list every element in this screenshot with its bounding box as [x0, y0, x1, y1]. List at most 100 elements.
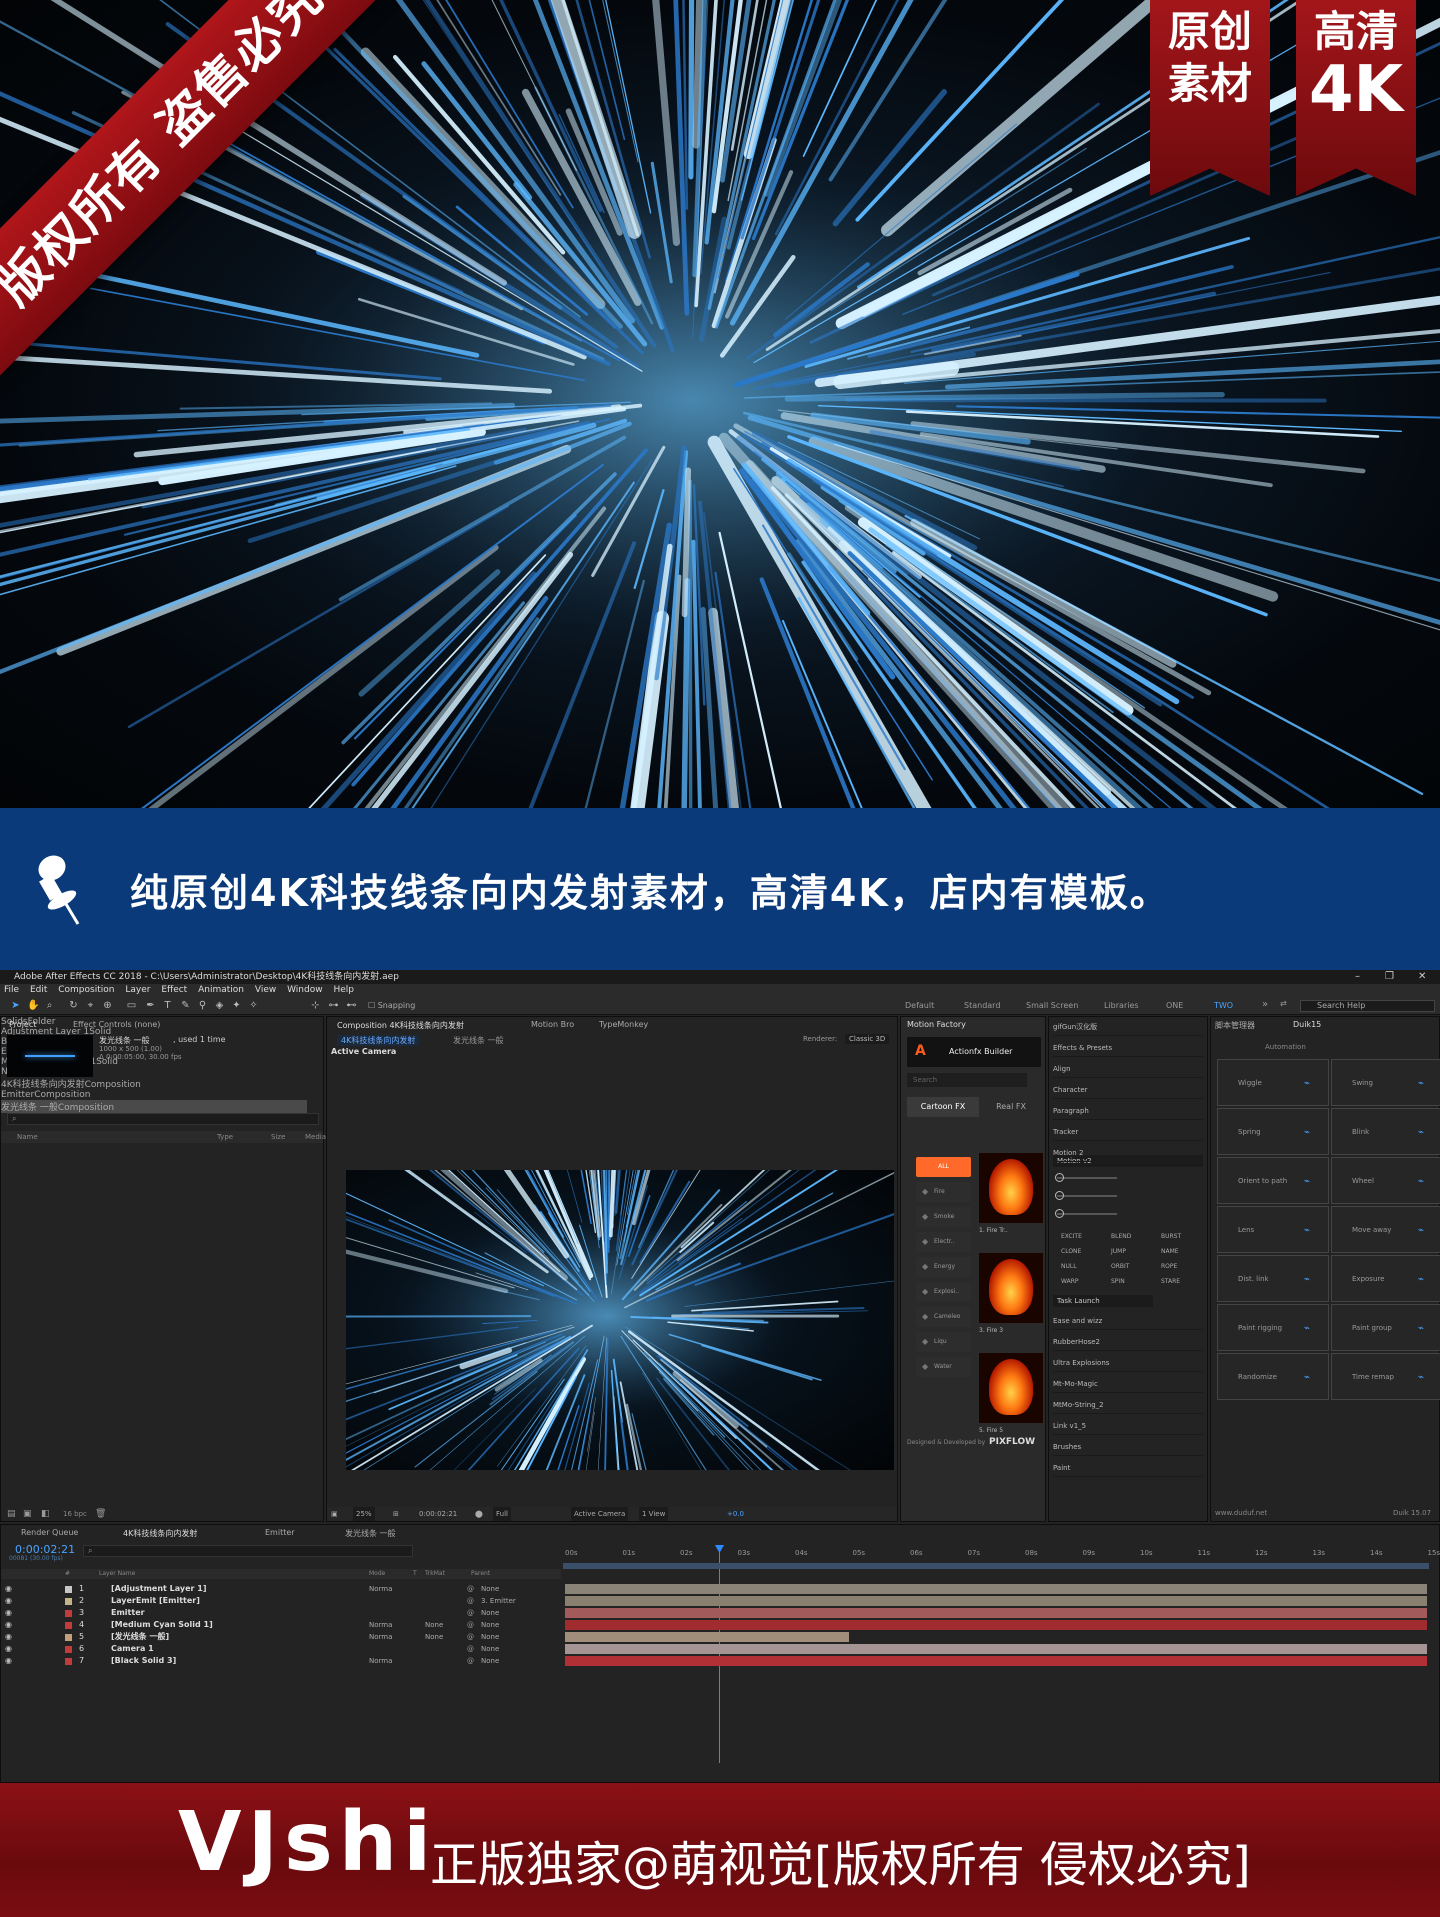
visibility-icon[interactable]: ◉: [5, 1655, 12, 1667]
pen-tool-icon[interactable]: ✒: [145, 1000, 156, 1011]
type-tool-icon[interactable]: T: [162, 1000, 173, 1011]
script-item[interactable]: Link v1_5: [1053, 1418, 1203, 1435]
view-layout-select[interactable]: 1 View: [639, 1507, 669, 1521]
bit-depth-button[interactable]: 16 bpc: [63, 1510, 87, 1518]
duik-button[interactable]: Paint rigging ⌁: [1217, 1304, 1329, 1351]
workspace-two[interactable]: TWO: [1214, 1001, 1233, 1010]
motion-slider[interactable]: [1057, 1195, 1117, 1197]
hand-tool-icon[interactable]: ✋: [27, 1000, 39, 1011]
breadcrumb-main-comp[interactable]: 4K科技线条向内发射: [337, 1035, 420, 1046]
resolution-select[interactable]: Full: [493, 1507, 511, 1521]
duik-button[interactable]: Dist. link ⌁: [1217, 1255, 1329, 1302]
layer-parent[interactable]: 3. Emitter: [481, 1595, 516, 1607]
parent-pickwhip-icon[interactable]: @: [467, 1643, 474, 1655]
layer-duration-bar[interactable]: [565, 1632, 849, 1642]
close-icon[interactable]: ✕: [1418, 970, 1426, 984]
layer-name[interactable]: Emitter: [111, 1607, 145, 1619]
effect-category-3[interactable]: ◆ Electr..: [916, 1232, 971, 1252]
tab-cartoon-fx[interactable]: Cartoon FX: [907, 1097, 979, 1117]
effect-category-7[interactable]: ◆ Liqu: [916, 1332, 971, 1352]
effect-category-8[interactable]: ◆ Water: [916, 1357, 971, 1377]
script-item[interactable]: RubberHose2: [1053, 1334, 1203, 1351]
menu-help[interactable]: Help: [333, 985, 354, 995]
exposure-value[interactable]: +0.0: [727, 1507, 744, 1521]
effect-thumbnail[interactable]: [979, 1253, 1043, 1323]
snapshot-icon[interactable]: ⬤: [475, 1507, 483, 1521]
camera-view-select[interactable]: Active Camera: [571, 1507, 629, 1521]
layer-duration-bar[interactable]: [565, 1656, 1427, 1666]
visibility-icon[interactable]: ◉: [5, 1619, 12, 1631]
tab-script-manager[interactable]: 脚本管理器: [1215, 1020, 1255, 1031]
motion2-button[interactable]: EXCITE: [1061, 1233, 1082, 1240]
duik-button[interactable]: Exposure ⌁: [1331, 1255, 1440, 1302]
safe-zones-icon[interactable]: ⊞: [393, 1507, 399, 1521]
layer-label-swatch[interactable]: [65, 1598, 72, 1605]
minimize-icon[interactable]: –: [1355, 970, 1360, 984]
maximize-icon[interactable]: ❐: [1385, 970, 1394, 984]
search-help-field[interactable]: Search Help: [1300, 1000, 1435, 1012]
layer-name[interactable]: LayerEmit [Emitter]: [111, 1595, 200, 1607]
menu-composition[interactable]: Composition: [58, 985, 114, 995]
view-axis-icon[interactable]: ⊷: [346, 1000, 357, 1011]
layer-label-swatch[interactable]: [65, 1658, 72, 1665]
workspace-one[interactable]: ONE: [1166, 1001, 1183, 1010]
zoom-select[interactable]: 25%: [353, 1507, 375, 1521]
always-preview-icon[interactable]: ▣: [331, 1507, 338, 1521]
tab-effect-controls[interactable]: Effect Controls (none): [73, 1020, 160, 1029]
shape-tool-icon[interactable]: ▭: [126, 1000, 137, 1011]
parent-pickwhip-icon[interactable]: @: [467, 1607, 474, 1619]
motion2-button[interactable]: CLONE: [1061, 1248, 1081, 1255]
pan-behind-tool-icon[interactable]: ⊕: [102, 1000, 113, 1011]
parent-pickwhip-icon[interactable]: @: [467, 1595, 474, 1607]
current-time-indicator[interactable]: [719, 1545, 720, 1763]
tab-real-fx[interactable]: Real FX: [981, 1097, 1041, 1117]
brush-tool-icon[interactable]: ✎: [180, 1000, 191, 1011]
script-item[interactable]: Motion 2: [1053, 1145, 1203, 1162]
interpret-footage-icon[interactable]: ▣: [23, 1509, 32, 1519]
timeline-search-input[interactable]: ⌕: [83, 1545, 413, 1557]
timeline-tab[interactable]: Render Queue: [21, 1528, 78, 1537]
motion2-button[interactable]: SPIN: [1111, 1278, 1125, 1285]
motion2-button[interactable]: NULL: [1061, 1263, 1077, 1270]
layer-name[interactable]: [Adjustment Layer 1]: [111, 1583, 207, 1595]
layer-duration-bar[interactable]: [565, 1608, 1427, 1618]
duik-button[interactable]: Randomize ⌁: [1217, 1353, 1329, 1400]
tab-motion-bro[interactable]: Motion Bro: [531, 1020, 574, 1029]
timeline-tab[interactable]: 发光线条 一般: [345, 1528, 396, 1539]
effect-category-6[interactable]: ◆ Cameleo: [916, 1307, 971, 1327]
rotate-tool-icon[interactable]: ↻: [68, 1000, 79, 1011]
motion2-button[interactable]: BLEND: [1111, 1233, 1131, 1240]
duik-button[interactable]: Orient to path ⌁: [1217, 1157, 1329, 1204]
parent-pickwhip-icon[interactable]: @: [467, 1631, 474, 1643]
timeline-layer-row[interactable]: ◉ 2 LayerEmit [Emitter] @3. Emitter: [1, 1595, 561, 1607]
tab-duik[interactable]: Duik15: [1293, 1020, 1321, 1029]
motion2-button[interactable]: BURST: [1161, 1233, 1181, 1240]
layer-name[interactable]: Camera 1: [111, 1643, 154, 1655]
script-item[interactable]: Ease and wizz: [1053, 1313, 1203, 1330]
motion2-button[interactable]: STARE: [1161, 1278, 1180, 1285]
new-composition-icon[interactable]: ◧: [41, 1509, 50, 1519]
roto-brush-tool-icon[interactable]: ✦: [231, 1000, 242, 1011]
trash-icon[interactable]: 🗑: [95, 1509, 106, 1519]
effect-category-1[interactable]: ◆ Fire: [916, 1182, 971, 1202]
effect-thumbnail[interactable]: [979, 1153, 1043, 1223]
effect-category-4[interactable]: ◆ Energy: [916, 1257, 971, 1277]
layer-label-swatch[interactable]: [65, 1586, 72, 1593]
camera-tool-icon[interactable]: ⌖: [85, 1000, 96, 1011]
script-item[interactable]: gifGun汉化版: [1053, 1019, 1203, 1036]
layer-mode[interactable]: Norma: [369, 1631, 392, 1643]
visibility-icon[interactable]: ◉: [5, 1631, 12, 1643]
layer-parent[interactable]: None: [481, 1631, 499, 1643]
duik-button[interactable]: Time remap ⌁: [1331, 1353, 1440, 1400]
motion2-button[interactable]: ORBIT: [1111, 1263, 1129, 1270]
composition-viewer[interactable]: [346, 1170, 894, 1470]
script-item[interactable]: Tracker: [1053, 1124, 1203, 1141]
duik-button[interactable]: Spring ⌁: [1217, 1108, 1329, 1155]
visibility-icon[interactable]: ◉: [5, 1643, 12, 1655]
menu-effect[interactable]: Effect: [161, 985, 187, 995]
motion2-button[interactable]: JUMP: [1111, 1248, 1126, 1255]
sync-icon[interactable]: ⇄: [1280, 999, 1287, 1008]
layer-duration-bar[interactable]: [565, 1644, 1427, 1654]
motion-slider[interactable]: [1057, 1213, 1117, 1215]
duik-button[interactable]: Paint group ⌁: [1331, 1304, 1440, 1351]
